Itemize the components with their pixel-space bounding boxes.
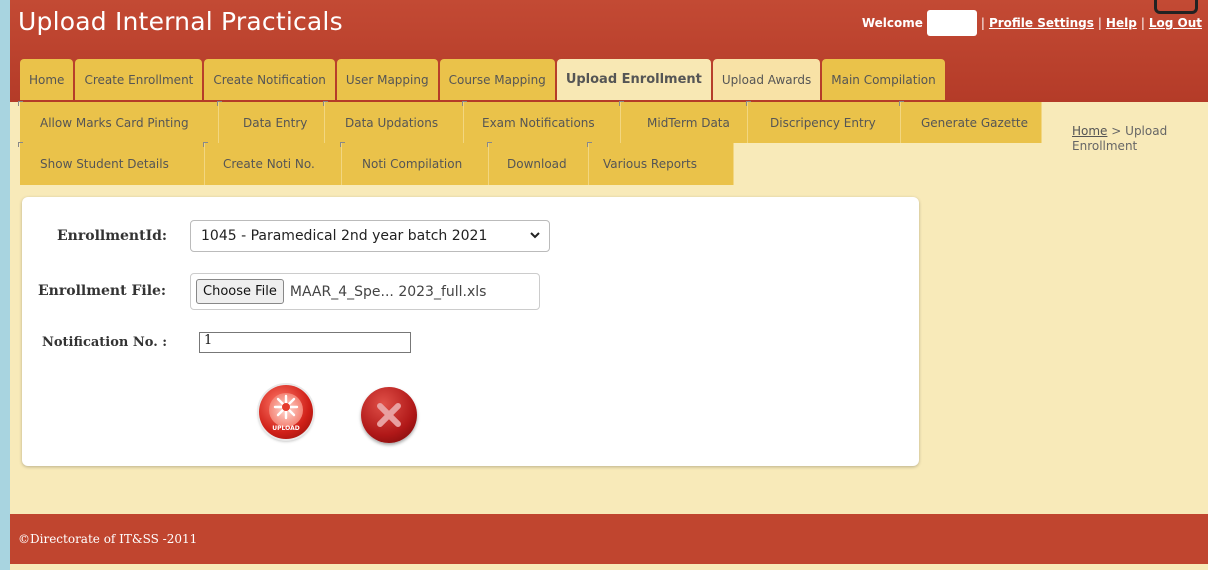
upload-form-panel: EnrollmentId: 1045 - Paramedical 2nd yea… [22, 197, 919, 466]
close-icon [377, 403, 401, 427]
breadcrumb: Home > Upload Enrollment [1072, 124, 1202, 154]
tab-main-compilation[interactable]: Main Compilation [822, 59, 945, 100]
chevron-down-icon [529, 229, 541, 244]
tab-create-notification[interactable]: Create Notification [204, 59, 335, 100]
submenu-row-2: Show Student Details Create Noti No. Not… [18, 142, 734, 185]
submenu-midterm-data[interactable]: MidTerm Data [619, 101, 748, 143]
submenu-data-entry[interactable]: Data Entry [217, 101, 325, 143]
profile-settings-link[interactable]: Profile Settings [989, 16, 1094, 30]
tab-create-enrollment[interactable]: Create Enrollment [75, 59, 203, 100]
submenu-generate-gazette[interactable]: Generate Gazette [899, 101, 1042, 143]
submenu-allow-marks-card[interactable]: Allow Marks Card Pinting [18, 101, 219, 143]
breadcrumb-separator: > [1111, 124, 1122, 138]
selected-file-name: MAAR_4_Spe... 2023_full.xls [289, 283, 487, 300]
enrollment-id-label: EnrollmentId: [57, 228, 168, 244]
tab-course-mapping[interactable]: Course Mapping [439, 59, 555, 100]
tab-upload-enrollment[interactable]: Upload Enrollment [556, 59, 711, 100]
upload-button[interactable]: UPLOAD [259, 385, 313, 439]
footer-copyright: ©Directorate of IT&SS -2011 [18, 532, 198, 546]
breadcrumb-home-link[interactable]: Home [1072, 124, 1107, 138]
welcome-label: Welcome [861, 16, 923, 30]
enrollment-file-label: Enrollment File: [38, 283, 167, 299]
submenu-data-updations[interactable]: Data Updations [323, 101, 464, 143]
submenu-various-reports[interactable]: Various Reports [587, 142, 734, 185]
page-title: Upload Internal Practicals [18, 7, 343, 36]
enrollment-id-select[interactable]: 1045 - Paramedical 2nd year batch 2021 [190, 220, 550, 252]
notification-no-label: Notification No. : [42, 335, 168, 350]
choose-file-button[interactable]: Choose File [196, 279, 284, 304]
submenu-create-noti-no[interactable]: Create Noti No. [203, 142, 342, 185]
main-tabs: Home Create Enrollment Create Notificati… [20, 59, 947, 100]
upload-burst-icon [273, 394, 299, 420]
enrollment-id-value: 1045 - Paramedical 2nd year batch 2021 [201, 228, 488, 244]
submenu-download[interactable]: Download [487, 142, 589, 185]
upload-button-label: UPLOAD [272, 425, 300, 432]
enrollment-file-input[interactable]: Choose File MAAR_4_Spe... 2023_full.xls [190, 273, 540, 310]
app-window: Upload Internal Practicals Welcome | Pro… [10, 0, 1208, 570]
user-area: Welcome | Profile Settings | Help | Log … [862, 10, 1202, 36]
cancel-button[interactable] [361, 387, 417, 443]
tab-user-mapping[interactable]: User Mapping [336, 59, 438, 100]
username-box [926, 10, 977, 36]
submenu-exam-notifications[interactable]: Exam Notifications [462, 101, 621, 143]
tab-home[interactable]: Home [20, 59, 74, 100]
header-bar: Upload Internal Practicals Welcome | Pro… [10, 0, 1208, 102]
submenu-discripency-entry[interactable]: Discripency Entry [746, 101, 901, 143]
submenu-row-1: Allow Marks Card Pinting Data Entry Data… [18, 101, 1042, 143]
submenu-show-student-details[interactable]: Show Student Details [18, 142, 205, 185]
help-link[interactable]: Help [1106, 16, 1137, 30]
submenu-noti-compilation[interactable]: Noti Compilation [340, 142, 489, 185]
notification-no-input[interactable]: 1 [199, 332, 411, 353]
logout-link[interactable]: Log Out [1149, 16, 1202, 30]
footer-bar: ©Directorate of IT&SS -2011 [10, 514, 1208, 564]
tab-upload-awards[interactable]: Upload Awards [712, 59, 821, 100]
